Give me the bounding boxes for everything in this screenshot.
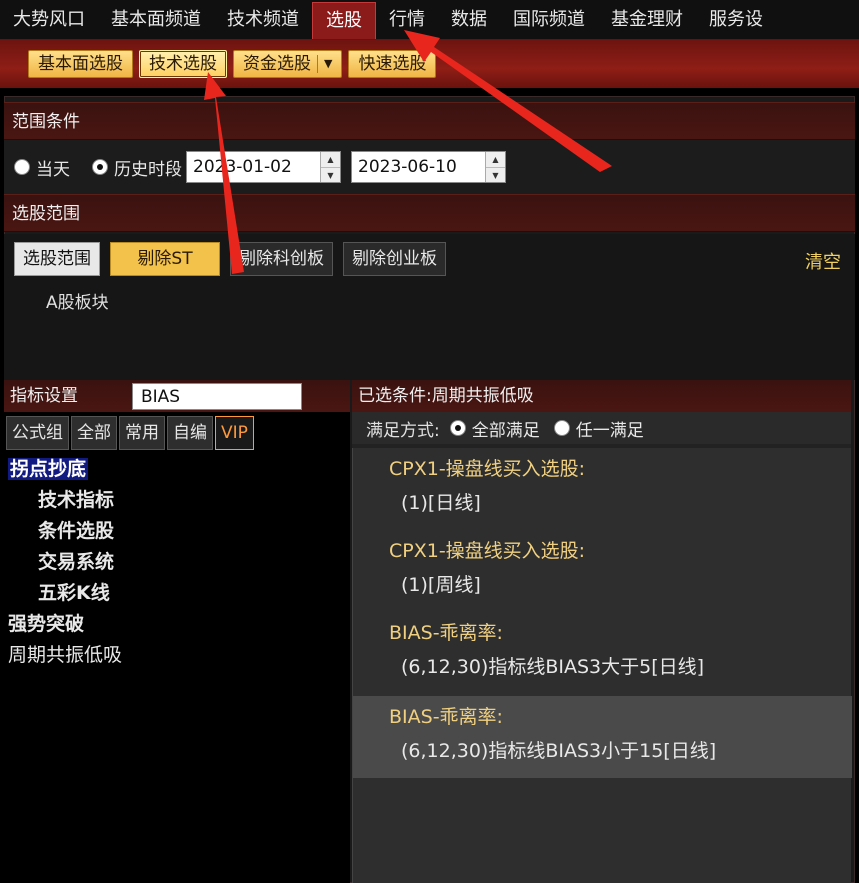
nav-item-data[interactable]: 数据 bbox=[438, 0, 500, 39]
start-date-input[interactable]: 2023-01-02 ▲ ▼ bbox=[186, 151, 341, 183]
all-match-label: 全部满足 bbox=[471, 420, 540, 441]
board-label: A股板块 bbox=[46, 293, 109, 313]
clear-link[interactable]: 清空 bbox=[805, 248, 841, 274]
exclude-chinext-button[interactable]: 剔除创业板 bbox=[343, 242, 446, 276]
tab-formula-group[interactable]: 公式组 bbox=[6, 416, 69, 450]
condition-title: CPX1-操盘线买入选股: bbox=[389, 458, 586, 480]
nav-item-technical[interactable]: 技术频道 bbox=[214, 0, 312, 39]
spin-up-icon[interactable]: ▲ bbox=[486, 152, 505, 167]
any-match-label: 任一满足 bbox=[575, 420, 644, 441]
scope-header: 选股范围 bbox=[4, 194, 855, 232]
range-row: 当天 历史时段 2023-01-02 ▲ ▼ 2023-06-10 ▲ ▼ bbox=[4, 140, 855, 194]
condition-item[interactable]: CPX1-操盘线买入选股: (1)[周线] bbox=[353, 530, 852, 612]
indicator-tree: 拐点抄底 技术指标 条件选股 交易系统 五彩K线 强势突破 周期共振低吸 bbox=[4, 454, 350, 671]
condition-detail: (6,12,30)指标线BIAS3大于5[日线] bbox=[401, 656, 705, 678]
nav-item-stock-picker[interactable]: 选股 bbox=[312, 2, 376, 39]
divider bbox=[317, 55, 318, 73]
indicator-header-label: 指标设置 bbox=[10, 386, 78, 406]
condition-list: CPX1-操盘线买入选股: (1)[日线] CPX1-操盘线买入选股: (1)[… bbox=[352, 448, 852, 883]
match-mode-row: 满足方式: 全部满足 任一满足 bbox=[352, 412, 851, 444]
condition-item[interactable]: CPX1-操盘线买入选股: (1)[日线] bbox=[353, 448, 852, 530]
scope-area: 选股范围 剔除ST 剔除科创板 剔除创业板 清空 A股板块 bbox=[4, 234, 855, 380]
end-date-spinner[interactable]: ▲ ▼ bbox=[485, 152, 505, 182]
tree-item[interactable]: 强势突破 bbox=[4, 609, 350, 640]
tree-item[interactable]: 条件选股 bbox=[4, 516, 350, 547]
condition-item[interactable]: BIAS-乖离率: (6,12,30)指标线BIAS3小于15[日线] bbox=[353, 696, 852, 778]
all-match-radio[interactable] bbox=[449, 420, 466, 436]
condition-item[interactable]: BIAS-乖离率: (6,12,30)指标线BIAS3大于5[日线] bbox=[353, 612, 852, 694]
tree-item[interactable]: 五彩K线 bbox=[4, 578, 350, 609]
quick-pick-button[interactable]: 快速选股 bbox=[348, 50, 437, 78]
today-label: 当天 bbox=[36, 159, 70, 180]
capital-pick-label: 资金选股 bbox=[243, 54, 311, 74]
tab-vip[interactable]: VIP bbox=[215, 416, 254, 450]
start-date-spinner[interactable]: ▲ ▼ bbox=[320, 152, 340, 182]
any-match-radio[interactable] bbox=[553, 420, 570, 436]
end-date-input[interactable]: 2023-06-10 ▲ ▼ bbox=[351, 151, 506, 183]
indicator-tabs: 公式组 全部 常用 自编 VIP bbox=[6, 416, 256, 450]
condition-detail: (1)[周线] bbox=[401, 574, 481, 596]
indicator-panel: 指标设置 BIAS 公式组 全部 常用 自编 VIP 拐点抄底 技术指标 条件选… bbox=[4, 380, 350, 883]
today-radio[interactable] bbox=[14, 159, 30, 175]
tree-item[interactable]: 交易系统 bbox=[4, 547, 350, 578]
history-label: 历史时段 bbox=[114, 159, 182, 180]
capital-pick-button[interactable]: 资金选股 ▼ bbox=[233, 50, 343, 78]
fundamental-pick-button[interactable]: 基本面选股 bbox=[28, 50, 133, 78]
sub-toolbar: 基本面选股 技术选股 资金选股 ▼ 快速选股 bbox=[0, 40, 859, 88]
end-date-value: 2023-06-10 bbox=[358, 157, 457, 177]
history-radio[interactable] bbox=[92, 159, 108, 175]
condition-detail: (6,12,30)指标线BIAS3小于15[日线] bbox=[401, 740, 717, 762]
nav-item-international[interactable]: 国际频道 bbox=[500, 0, 598, 39]
tree-item-label: 拐点抄底 bbox=[8, 458, 89, 480]
spin-down-icon[interactable]: ▼ bbox=[486, 167, 505, 182]
indicator-search-input[interactable]: BIAS bbox=[132, 383, 302, 410]
start-date-value: 2023-01-02 bbox=[193, 157, 292, 177]
condition-title: CPX1-操盘线买入选股: bbox=[389, 540, 586, 562]
exclude-st-button[interactable]: 剔除ST bbox=[110, 242, 220, 276]
tree-item[interactable]: 拐点抄底 bbox=[4, 454, 350, 485]
nav-item-quotes[interactable]: 行情 bbox=[376, 0, 438, 39]
selected-conditions-panel: 已选条件:周期共振低吸 满足方式: 全部满足 任一满足 CPX1-操盘线买入选股… bbox=[352, 380, 852, 883]
tab-all[interactable]: 全部 bbox=[71, 416, 117, 450]
tree-item[interactable]: 技术指标 bbox=[4, 485, 350, 516]
scope-buttons: 选股范围 剔除ST 剔除科创板 剔除创业板 bbox=[14, 242, 446, 276]
triangle-down-icon[interactable]: ▼ bbox=[324, 51, 332, 77]
match-mode-label: 满足方式: bbox=[366, 420, 440, 441]
top-nav: 大势风口 基本面频道 技术频道 选股 行情 数据 国际频道 基金理财 服务设 bbox=[0, 0, 859, 40]
nav-item-funds[interactable]: 基金理财 bbox=[598, 0, 696, 39]
nav-item-trend[interactable]: 大势风口 bbox=[0, 0, 98, 39]
condition-title: BIAS-乖离率: bbox=[389, 706, 503, 728]
scope-button[interactable]: 选股范围 bbox=[14, 242, 100, 276]
spin-up-icon[interactable]: ▲ bbox=[321, 152, 340, 167]
tab-common[interactable]: 常用 bbox=[119, 416, 165, 450]
technical-pick-button[interactable]: 技术选股 bbox=[139, 50, 227, 78]
condition-detail: (1)[日线] bbox=[401, 492, 481, 514]
tree-item[interactable]: 周期共振低吸 bbox=[4, 640, 350, 671]
range-header: 范围条件 bbox=[4, 102, 855, 140]
nav-item-fundamental[interactable]: 基本面频道 bbox=[98, 0, 214, 39]
selected-header: 已选条件:周期共振低吸 bbox=[352, 380, 851, 412]
spin-down-icon[interactable]: ▼ bbox=[321, 167, 340, 182]
exclude-star-market-button[interactable]: 剔除科创板 bbox=[230, 242, 333, 276]
tab-custom[interactable]: 自编 bbox=[167, 416, 213, 450]
condition-title: BIAS-乖离率: bbox=[389, 622, 503, 644]
nav-item-service[interactable]: 服务设 bbox=[696, 0, 776, 39]
